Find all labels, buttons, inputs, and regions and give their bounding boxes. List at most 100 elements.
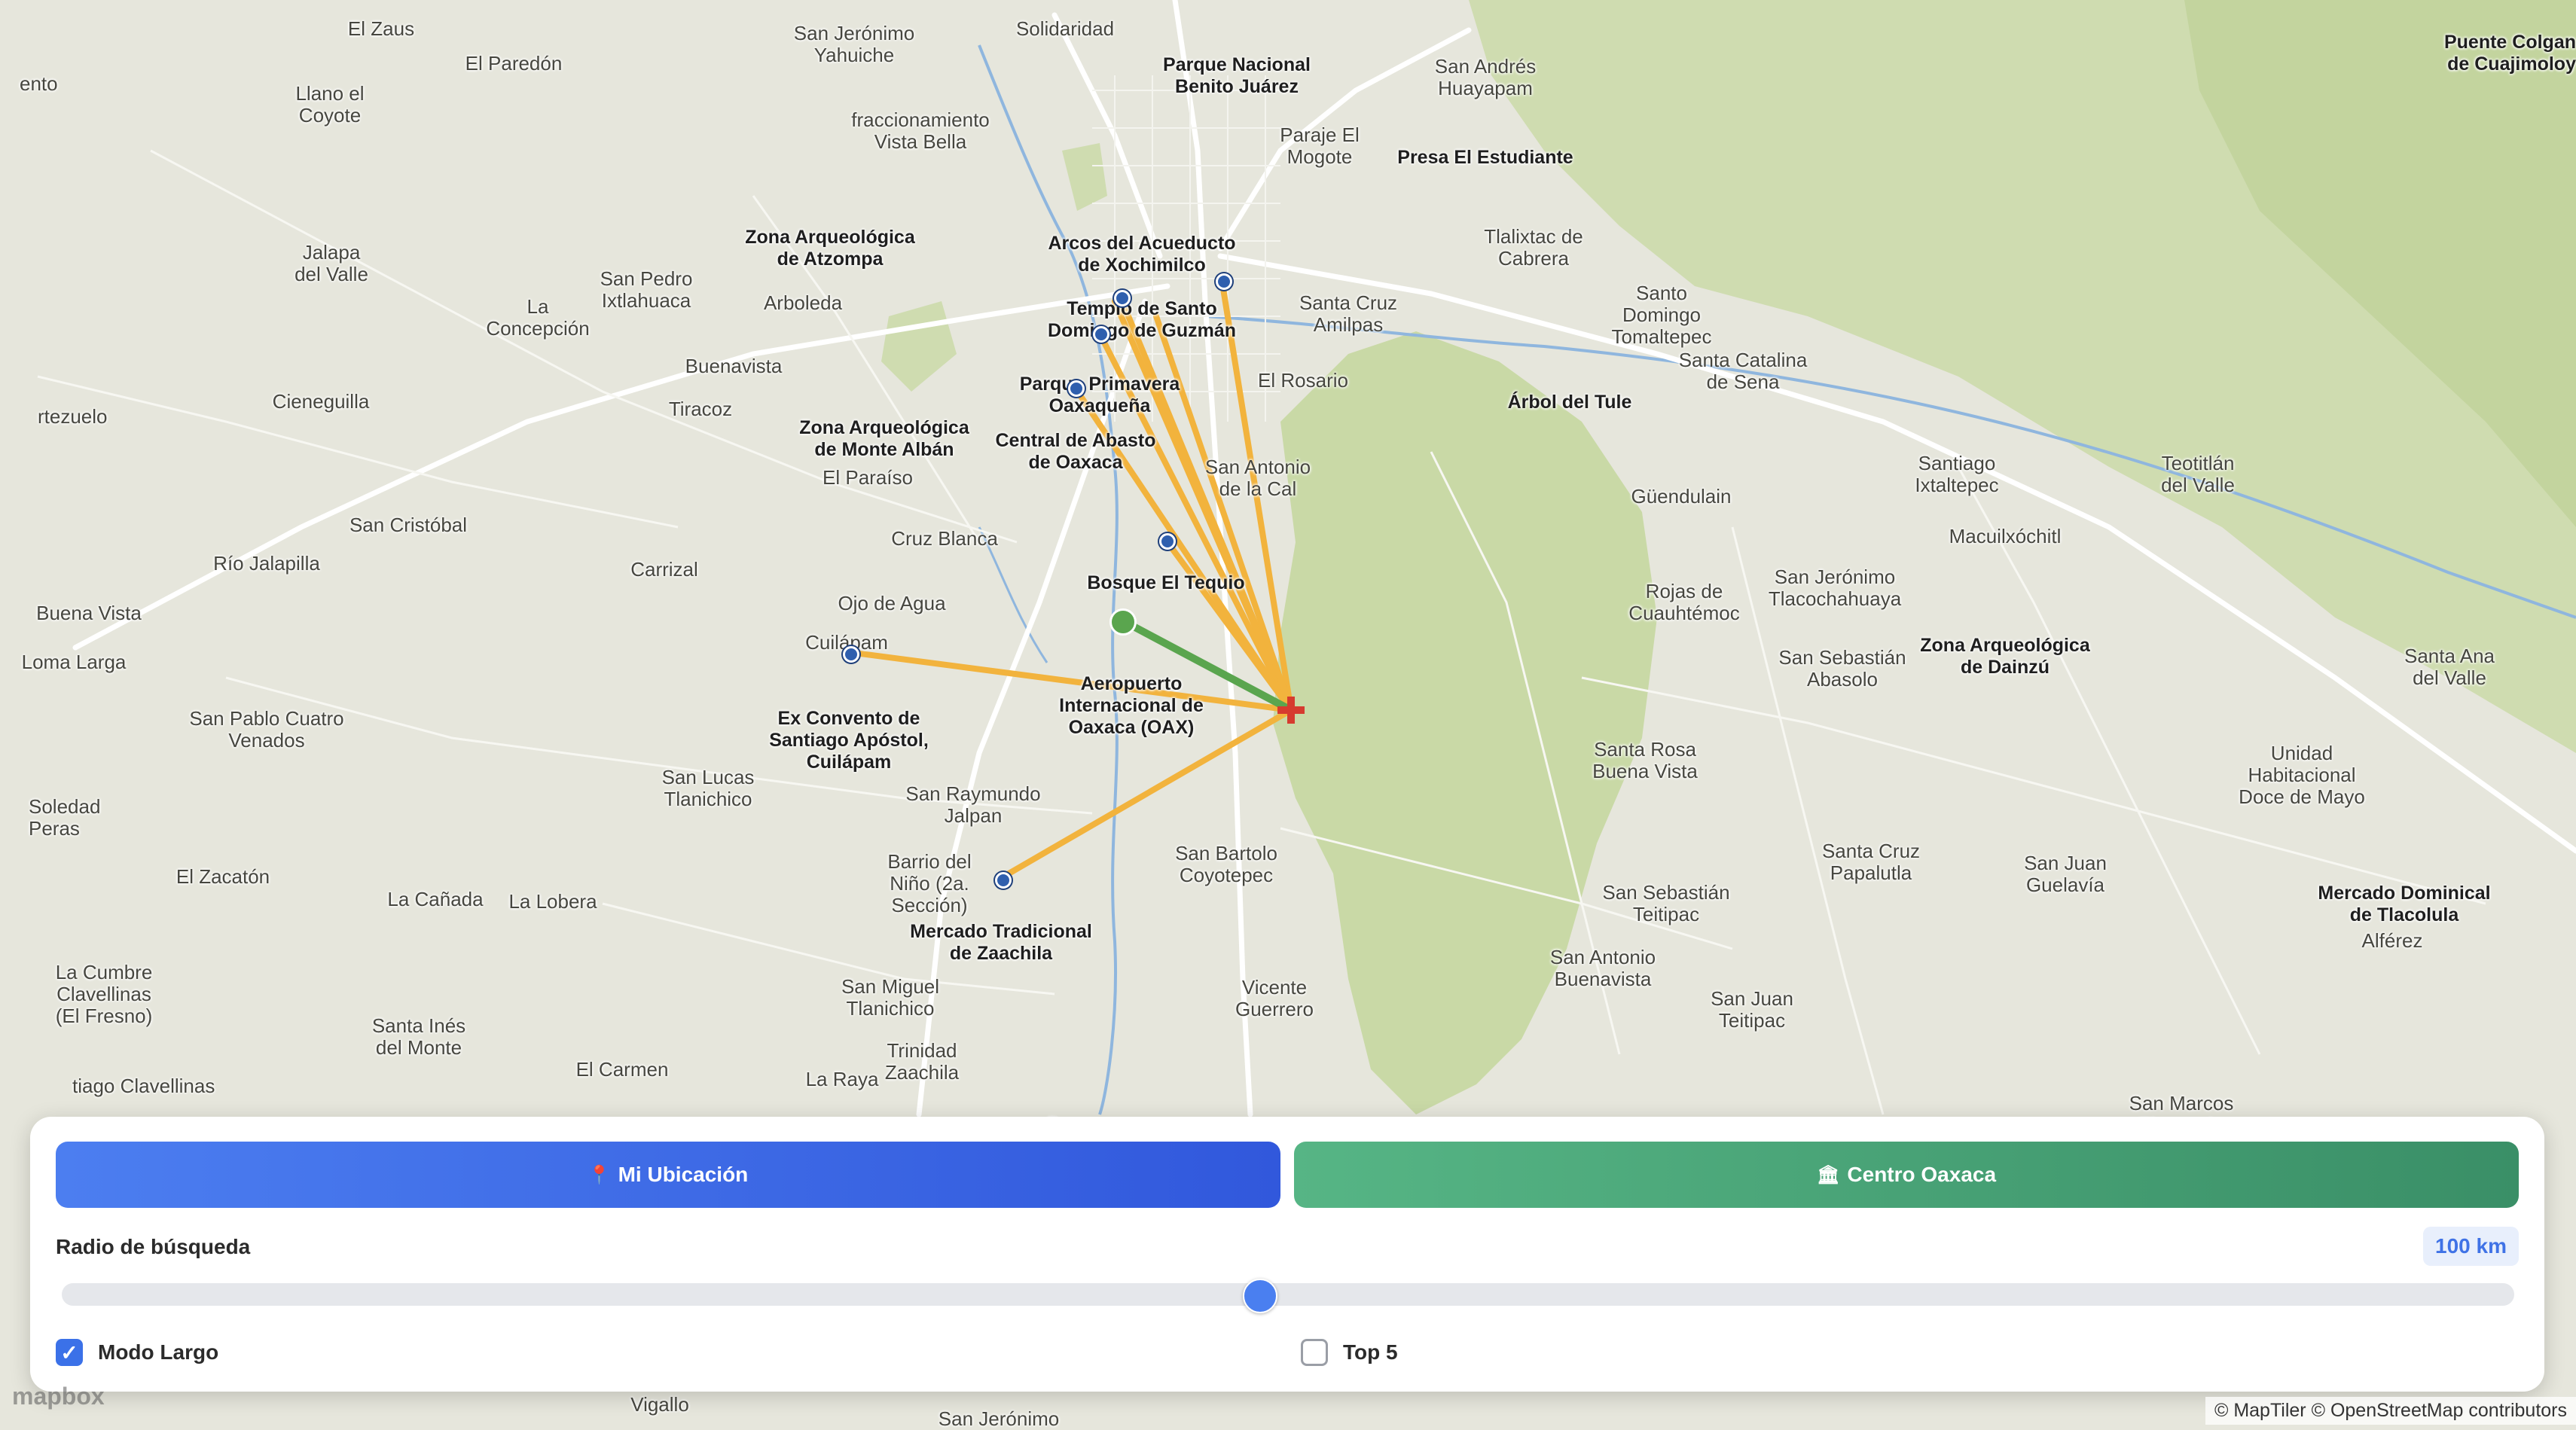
place-label: La Raya (805, 1068, 879, 1090)
place-label: San Juan Teitipac (1711, 987, 1793, 1032)
place-label: Río Jalapilla (213, 552, 320, 575)
place-label: Arboleda (763, 291, 843, 314)
center-oaxaca-label: Centro Oaxaca (1847, 1163, 1997, 1186)
my-location-button[interactable]: 📍 Mi Ubicación (56, 1142, 1280, 1208)
poi-label[interactable]: Zona Arqueológica de Monte Albán (799, 417, 969, 461)
place-label: Ojo de Agua (838, 592, 946, 614)
radius-value-badge: 100 km (2423, 1227, 2519, 1266)
top5-checkbox[interactable]: Top 5 (1301, 1339, 1398, 1366)
place-label: San Bartolo Coyotepec (1175, 842, 1277, 886)
poi-marker[interactable] (995, 872, 1012, 889)
poi-marker[interactable] (1159, 533, 1176, 550)
poi-label[interactable]: Puente Colgan de Cuajimoloy (2444, 32, 2576, 75)
check-icon: ✓ (56, 1339, 83, 1366)
place-label: San Sebastián Teitipac (1602, 881, 1730, 925)
place-label: El Paredón (465, 52, 563, 75)
place-label: San Lucas Tlanichico (661, 766, 755, 810)
origin-marker[interactable] (1277, 697, 1305, 724)
poi-label[interactable]: Mercado Dominical de Tlacolula (2318, 883, 2490, 926)
my-location-label: Mi Ubicación (618, 1163, 749, 1186)
poi-label[interactable]: Central de Abasto de Oaxaca (995, 430, 1155, 474)
place-label: La Cañada (387, 888, 484, 910)
poi-label[interactable]: Arcos del Acueducto de Xochimilco (1048, 233, 1235, 276)
place-label: Jalapa del Valle (295, 241, 368, 285)
poi-marker[interactable] (1093, 326, 1109, 343)
poi-label[interactable]: Parque Nacional Benito Juárez (1163, 54, 1311, 98)
place-label: ento (20, 72, 58, 95)
place-label: San Cristóbal (349, 514, 468, 536)
place-label: El Paraíso (823, 466, 913, 489)
poi-marker[interactable] (1068, 380, 1085, 397)
place-label: Llano el Coyote (295, 82, 365, 127)
poi-marker[interactable] (843, 646, 859, 663)
place-label: Tlalixtac de Cabrera (1484, 225, 1583, 270)
place-label: La Lobera (508, 890, 597, 913)
center-oaxaca-button[interactable]: 🏛 Centro Oaxaca (1294, 1142, 2519, 1208)
place-label: El Rosario (1258, 369, 1348, 392)
poi-label[interactable]: Aeropuerto Internacional de Oaxaca (OAX) (1059, 673, 1204, 739)
place-label: Carrizal (630, 558, 698, 581)
poi-marker[interactable] (1216, 273, 1232, 290)
place-label: rtezuelo (38, 405, 108, 428)
poi-label[interactable]: Zona Arqueológica de Dainzú (1920, 635, 2089, 678)
pin-icon: 📍 (588, 1164, 611, 1185)
place-label: Santa Cruz Papalutla (1821, 840, 1921, 884)
place-label: San Jerónimo Tlacochahuaya (1768, 566, 1902, 610)
place-label: tiago Clavellinas (72, 1075, 215, 1097)
place-label: Paraje El Mogote (1280, 123, 1360, 168)
place-label: La Cumbre Clavellinas (El Fresno) (55, 961, 153, 1027)
place-label: El Zacatón (175, 865, 270, 888)
place-label: Cieneguilla (272, 390, 370, 413)
unchecked-box-icon (1301, 1339, 1328, 1366)
place-label: Solidaridad (1015, 17, 1115, 40)
place-label: Tiracoz (668, 398, 733, 420)
nearest-poi-marker[interactable] (1109, 608, 1137, 636)
mapbox-logo[interactable]: mapbox (12, 1383, 105, 1410)
radius-slider-thumb[interactable] (1242, 1279, 1277, 1313)
place-label: Buena Vista (36, 602, 142, 624)
poi-label[interactable]: Zona Arqueológica de Atzompa (745, 227, 914, 270)
poi-label[interactable]: Parque Primavera Oaxaqueña (1020, 374, 1180, 417)
radius-slider[interactable] (62, 1279, 2514, 1313)
place-label: La Concepción (486, 295, 590, 340)
place-label: San Pedro Ixtlahuaca (600, 267, 693, 312)
mode-long-label: Modo Largo (98, 1340, 219, 1364)
place-label: Trinidad Zaachila (884, 1039, 960, 1084)
poi-label[interactable]: Árbol del Tule (1508, 392, 1632, 413)
place-label: Unidad Habitacional Doce de Mayo (2239, 742, 2365, 808)
radius-label: Radio de búsqueda (56, 1235, 251, 1258)
place-label: Rojas de Cuauhtémoc (1628, 580, 1740, 624)
poi-label[interactable]: Templo de Santo Domingo de Guzmán (1048, 298, 1236, 342)
place-label: San Jerónimo Yahuiche (793, 22, 915, 66)
place-label: San Raymundo Jalpan (905, 782, 1041, 827)
place-label: San Miguel Tlanichico (841, 975, 940, 1020)
place-label: Santo Domingo Tomaltepec (1611, 282, 1712, 348)
poi-label[interactable]: Bosque El Tequio (1087, 572, 1244, 594)
place-label: San Pablo Cuatro Venados (189, 707, 344, 752)
place-label: San Jerónimo (938, 1407, 1060, 1430)
place-label: San Juan Guelavía (2024, 852, 2107, 896)
place-label: Vigallo (630, 1393, 689, 1416)
poi-label[interactable]: Mercado Tradicional de Zaachila (910, 921, 1092, 965)
place-label: San Sebastián Abasolo (1778, 646, 1906, 691)
place-label: Macuilxóchitl (1949, 525, 2062, 547)
mode-long-checkbox[interactable]: ✓ Modo Largo (56, 1339, 218, 1366)
place-label: Santa Ana del Valle (2404, 645, 2495, 689)
place-label: Buenavista (685, 355, 783, 377)
place-label: San Andrés Huayapam (1434, 55, 1537, 99)
place-label: Santa Rosa Buena Vista (1592, 738, 1698, 782)
poi-label[interactable]: Presa El Estudiante (1397, 147, 1573, 169)
place-label: Barrio del Niño (2a. Sección) (887, 850, 972, 916)
place-label: Güendulain (1631, 485, 1732, 508)
place-label: Cruz Blanca (891, 527, 998, 550)
place-label: Santa Inés del Monte (371, 1014, 466, 1059)
place-label: Loma Larga (21, 651, 127, 673)
place-label: Teotitlán del Valle (2161, 452, 2235, 496)
place-label: El Carmen (575, 1058, 669, 1081)
building-icon: 🏛 (1816, 1164, 1840, 1185)
poi-marker[interactable] (1114, 290, 1131, 306)
poi-label[interactable]: Ex Convento de Santiago Apóstol, Cuilápa… (769, 708, 929, 773)
map-attribution[interactable]: © MapTiler © OpenStreetMap contributors (2205, 1397, 2576, 1425)
place-label: Soledad Peras (29, 795, 101, 840)
place-label: Alférez (2361, 929, 2423, 952)
